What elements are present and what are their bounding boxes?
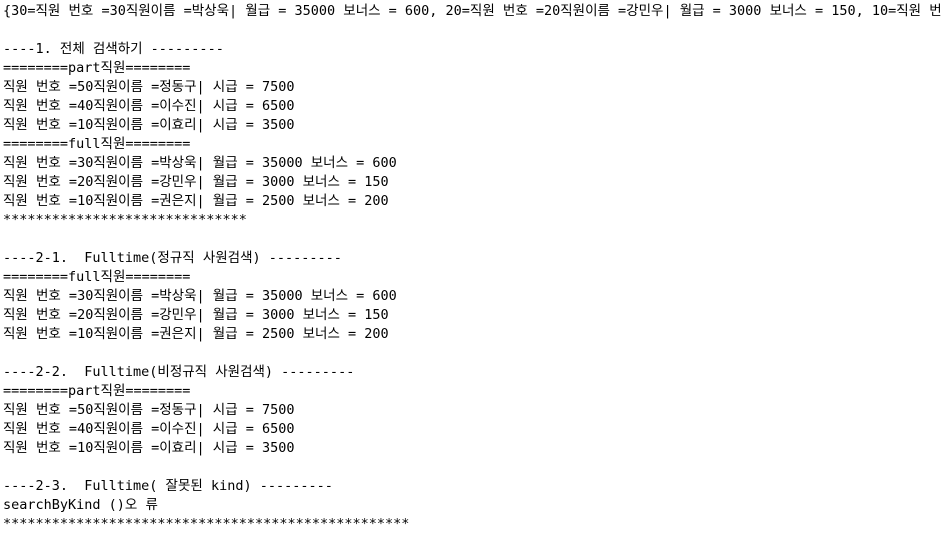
separator-line: ****************************** [3,212,247,228]
section-heading-parttime-search: ----2-2. Fulltime(비정규직 사원검색) --------- [3,364,355,380]
console-line: 직원 번호 =30직원이름 =박상욱| 월급 = 35000 보너스 = 600 [3,155,397,171]
console-line: 직원 번호 =40직원이름 =이수진| 시급 = 6500 [3,421,295,437]
console-line: 직원 번호 =10직원이름 =권은지| 월급 = 2500 보너스 = 200 [3,193,389,209]
group-heading-full: ========full직원======== [3,136,191,152]
console-line: 직원 번호 =50직원이름 =정동구| 시급 = 7500 [3,79,295,95]
console-line: 직원 번호 =30직원이름 =박상욱| 월급 = 35000 보너스 = 600 [3,288,397,304]
console-line: 직원 번호 =20직원이름 =강민우| 월급 = 3000 보너스 = 150 [3,174,389,190]
console-line: 직원 번호 =50직원이름 =정동구| 시급 = 7500 [3,402,295,418]
error-message: searchByKind ()오 류 [3,497,158,513]
section-heading-wrong-kind: ----2-3. Fulltime( 잘못된 kind) --------- [3,478,333,494]
group-heading-part: ========part직원======== [3,383,191,399]
section-heading-fulltime-search: ----2-1. Fulltime(정규직 사원검색) --------- [3,250,342,266]
console-line: 직원 번호 =20직원이름 =강민우| 월급 = 3000 보너스 = 150 [3,307,389,323]
console-line: 직원 번호 =10직원이름 =이효리| 시급 = 3500 [3,440,295,456]
console-line: 직원 번호 =10직원이름 =권은지| 월급 = 2500 보너스 = 200 [3,326,389,342]
console-output: {30=직원 번호 =30직원이름 =박상욱| 월급 = 35000 보너스 =… [3,2,947,548]
console-line: 직원 번호 =40직원이름 =이수진| 시급 = 6500 [3,98,295,114]
section-heading-full-search: ----1. 전체 검색하기 --------- [3,41,224,57]
console-line: {30=직원 번호 =30직원이름 =박상욱| 월급 = 35000 보너스 =… [3,3,942,19]
group-heading-part: ========part직원======== [3,60,191,76]
separator-line: ****************************************… [3,516,410,532]
group-heading-full: ========full직원======== [3,269,191,285]
console-line: 직원 번호 =10직원이름 =이효리| 시급 = 3500 [3,117,295,133]
